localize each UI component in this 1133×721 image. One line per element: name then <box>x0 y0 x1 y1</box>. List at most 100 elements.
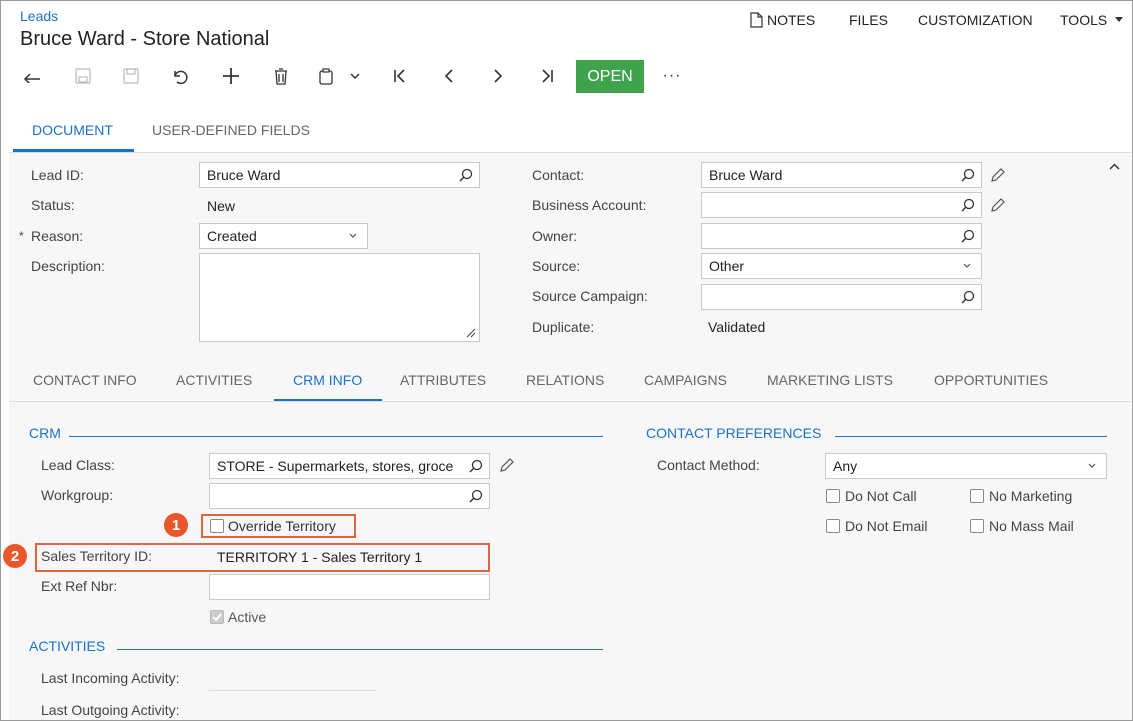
section-divider <box>69 436 603 437</box>
more-button[interactable]: ··· <box>659 63 685 89</box>
breadcrumb[interactable]: Leads <box>20 8 58 24</box>
edit-pencil-icon[interactable] <box>990 198 1005 213</box>
search-icon[interactable] <box>961 168 975 182</box>
lead-class-value: STORE - Supermarkets, stores, groce <box>217 458 454 474</box>
tab-attributes[interactable]: ATTRIBUTES <box>400 372 486 388</box>
tab-document[interactable]: DOCUMENT <box>32 122 113 138</box>
edit-pencil-icon[interactable] <box>990 168 1005 183</box>
save-close-button[interactable] <box>70 63 96 89</box>
first-record-button[interactable] <box>387 63 413 89</box>
owner-field[interactable] <box>701 223 982 249</box>
chevron-down-icon <box>1088 463 1096 468</box>
description-label: Description: <box>31 258 105 274</box>
back-button[interactable] <box>19 63 45 89</box>
resize-handle-icon[interactable] <box>466 328 476 338</box>
clipboard-icon <box>319 67 333 85</box>
open-button[interactable]: OPEN <box>576 60 644 93</box>
reason-select[interactable]: Created <box>199 223 368 249</box>
delete-button[interactable] <box>268 63 294 89</box>
last-outgoing-label: Last Outgoing Activity: <box>41 702 180 718</box>
search-icon[interactable] <box>961 229 975 243</box>
tab-opportunities[interactable]: OPPORTUNITIES <box>934 372 1048 388</box>
active-checkbox <box>210 610 224 624</box>
source-campaign-label: Source Campaign: <box>532 288 648 304</box>
source-campaign-field[interactable] <box>701 284 982 310</box>
last-icon <box>542 69 553 83</box>
business-account-field[interactable] <box>701 192 982 218</box>
trash-icon <box>275 67 287 85</box>
edit-pencil-icon[interactable] <box>499 458 514 473</box>
chevron-left-icon <box>444 69 453 83</box>
section-divider <box>117 649 603 650</box>
tab-user-defined-fields[interactable]: USER-DEFINED FIELDS <box>152 122 310 138</box>
save-close-icon <box>75 68 91 84</box>
do-not-call-checkbox[interactable] <box>826 489 840 503</box>
contact-method-select[interactable]: Any <box>825 453 1107 479</box>
search-icon[interactable] <box>961 290 975 304</box>
tab-crm-info[interactable]: CRM INFO <box>293 372 362 388</box>
last-incoming-label: Last Incoming Activity: <box>41 670 180 686</box>
contact-field[interactable]: Bruce Ward <box>701 162 982 188</box>
tab-contact-info[interactable]: CONTACT INFO <box>33 372 137 388</box>
reason-value: Created <box>207 228 257 244</box>
source-label: Source: <box>532 258 581 274</box>
undo-button[interactable] <box>168 63 194 89</box>
source-select[interactable]: Other <box>701 253 982 279</box>
search-icon[interactable] <box>469 459 483 473</box>
do-not-email-checkbox[interactable] <box>826 519 840 533</box>
undo-icon <box>174 70 188 84</box>
previous-record-button[interactable] <box>436 63 462 89</box>
workgroup-field[interactable] <box>209 483 490 509</box>
no-marketing-checkbox[interactable] <box>970 489 984 503</box>
description-textarea[interactable] <box>199 253 480 342</box>
tab-relations[interactable]: RELATIONS <box>526 372 604 388</box>
next-record-button[interactable] <box>485 63 511 89</box>
lead-screen: Leads Bruce Ward - Store National NOTES … <box>0 0 1133 721</box>
tools-label: TOOLS <box>1060 12 1108 28</box>
contact-value: Bruce Ward <box>709 167 783 183</box>
search-icon[interactable] <box>459 168 473 182</box>
files-button[interactable]: FILES <box>849 12 888 28</box>
tools-button[interactable]: TOOLS <box>1060 12 1124 28</box>
lead-id-field[interactable]: Bruce Ward <box>199 162 480 188</box>
chevron-down-icon <box>963 263 971 268</box>
crm-section-title: CRM <box>29 425 61 441</box>
business-account-label: Business Account: <box>532 197 647 213</box>
field-underline <box>209 690 377 691</box>
callout-1-badge: 1 <box>164 513 188 537</box>
no-marketing-label: No Marketing <box>989 488 1073 504</box>
copy-paste-button[interactable] <box>319 63 365 89</box>
search-icon[interactable] <box>961 198 975 212</box>
status-value: New <box>207 198 236 214</box>
page-title: Bruce Ward - Store National <box>20 28 270 50</box>
notes-button[interactable]: NOTES <box>750 12 815 28</box>
last-record-button[interactable] <box>534 63 560 89</box>
add-button[interactable] <box>218 63 244 89</box>
checkmark-icon <box>212 613 222 622</box>
lead-id-label: Lead ID: <box>31 167 84 183</box>
save-icon <box>123 68 139 84</box>
chevron-down-icon <box>350 72 360 79</box>
override-territory-checkbox[interactable] <box>210 519 224 533</box>
collapse-icon[interactable] <box>1109 157 1120 173</box>
tab-marketing-lists[interactable]: MARKETING LISTS <box>767 372 893 388</box>
ext-ref-field[interactable] <box>209 574 490 600</box>
no-mass-mail-checkbox[interactable] <box>970 519 984 533</box>
lead-id-value: Bruce Ward <box>207 167 281 183</box>
owner-label: Owner: <box>532 228 578 244</box>
do-not-email-label: Do Not Email <box>845 518 928 534</box>
status-label: Status: <box>31 197 75 213</box>
lead-class-field[interactable]: STORE - Supermarkets, stores, groce <box>209 453 490 479</box>
customization-button[interactable]: CUSTOMIZATION <box>918 12 1033 28</box>
source-value: Other <box>709 258 745 274</box>
search-icon[interactable] <box>469 489 483 503</box>
contact-method-label: Contact Method: <box>657 457 760 473</box>
chevron-right-icon <box>494 69 503 83</box>
back-arrow-icon <box>23 73 40 83</box>
reason-label: Reason: <box>31 228 84 244</box>
plus-icon <box>223 68 239 84</box>
save-button[interactable] <box>118 63 144 89</box>
override-territory-label: Override Territory <box>228 518 336 534</box>
tab-activities[interactable]: ACTIVITIES <box>176 372 252 388</box>
tab-campaigns[interactable]: CAMPAIGNS <box>644 372 727 388</box>
